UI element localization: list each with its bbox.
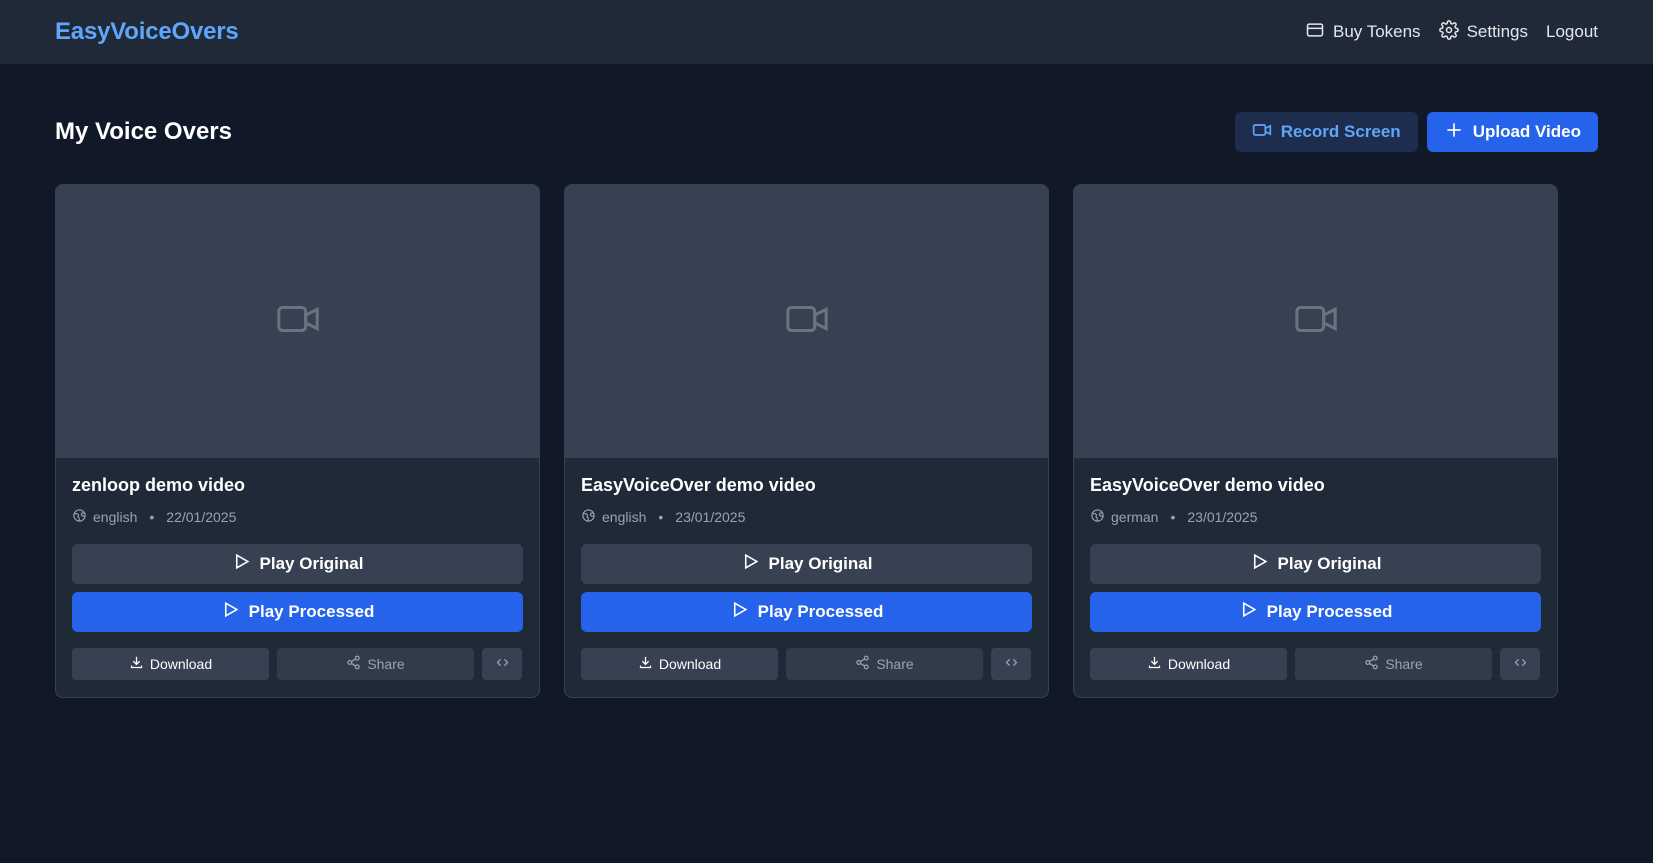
play-processed-button[interactable]: Play Processed <box>581 592 1032 632</box>
play-original-label: Play Original <box>1277 554 1382 573</box>
top-nav: Buy Tokens Settings Logout <box>1305 19 1598 45</box>
upload-video-label: Upload Video <box>1472 122 1581 141</box>
main-content: My Voice Overs Record Screen Upload Vide… <box>0 112 1653 698</box>
meta-separator: • <box>658 509 664 525</box>
video-language: german <box>1111 509 1159 525</box>
video-camera-icon <box>275 296 321 347</box>
embed-code-button[interactable] <box>1500 648 1540 680</box>
video-date: 22/01/2025 <box>166 509 237 525</box>
play-icon <box>232 552 251 576</box>
share-icon <box>855 655 870 673</box>
download-button[interactable]: Download <box>72 648 269 680</box>
video-title: EasyVoiceOver demo video <box>581 475 816 495</box>
play-original-button[interactable]: Play Original <box>581 544 1032 584</box>
share-icon <box>1364 655 1379 673</box>
play-original-button[interactable]: Play Original <box>72 544 523 584</box>
page-header: My Voice Overs Record Screen Upload Vide… <box>55 112 1598 152</box>
video-title: zenloop demo video <box>72 475 246 495</box>
download-label: Download <box>149 656 213 672</box>
brand-logo[interactable]: EasyVoiceOvers <box>55 18 239 46</box>
download-icon <box>1147 655 1162 673</box>
video-language: english <box>602 509 647 525</box>
card-body: EasyVoiceOver demo video english • 23/01… <box>565 458 1048 696</box>
nav-buy-tokens[interactable]: Buy Tokens <box>1305 20 1421 45</box>
play-processed-label: Play Processed <box>248 602 375 621</box>
share-icon <box>346 655 361 673</box>
top-bar: EasyVoiceOvers Buy Tokens Settings Logou… <box>0 0 1653 64</box>
play-original-label: Play Original <box>768 554 873 573</box>
play-original-label: Play Original <box>259 554 364 573</box>
play-original-button[interactable]: Play Original <box>1090 544 1541 584</box>
code-icon <box>1513 655 1528 673</box>
video-camera-icon <box>784 296 830 347</box>
download-icon <box>129 655 144 673</box>
record-screen-button[interactable]: Record Screen <box>1234 112 1418 152</box>
download-label: Download <box>1167 656 1231 672</box>
gear-icon <box>1438 19 1459 45</box>
video-camera-icon <box>1252 120 1272 145</box>
nav-buy-tokens-label: Buy Tokens <box>1332 22 1421 41</box>
download-icon <box>638 655 653 673</box>
video-date: 23/01/2025 <box>1187 509 1258 525</box>
video-meta: english • 23/01/2025 <box>581 507 1032 527</box>
play-icon <box>221 600 240 624</box>
play-processed-button[interactable]: Play Processed <box>72 592 523 632</box>
play-icon <box>1250 552 1269 576</box>
globe-icon <box>581 508 596 526</box>
download-button[interactable]: Download <box>581 648 778 680</box>
globe-icon <box>72 508 87 526</box>
nav-settings[interactable]: Settings <box>1438 19 1528 45</box>
play-processed-label: Play Processed <box>1266 602 1393 621</box>
credit-card-icon <box>1305 20 1325 45</box>
plus-icon <box>1444 120 1464 145</box>
download-label: Download <box>658 656 722 672</box>
card-body: EasyVoiceOver demo video german • 23/01/… <box>1074 458 1557 696</box>
share-label: Share <box>367 656 405 672</box>
page-title: My Voice Overs <box>55 118 232 145</box>
play-processed-label: Play Processed <box>757 602 884 621</box>
code-icon <box>495 655 510 673</box>
video-card: EasyVoiceOver demo video german • 23/01/… <box>1073 184 1558 698</box>
globe-icon <box>1090 508 1105 526</box>
meta-separator: • <box>149 509 155 525</box>
meta-separator: • <box>1170 509 1176 525</box>
card-actions: Download Share <box>581 648 1032 680</box>
play-processed-button[interactable]: Play Processed <box>1090 592 1541 632</box>
upload-video-button[interactable]: Upload Video <box>1426 112 1598 152</box>
share-label: Share <box>1385 656 1423 672</box>
play-icon <box>741 552 760 576</box>
video-thumbnail[interactable] <box>56 185 539 458</box>
play-icon <box>1239 600 1258 624</box>
video-thumbnail[interactable] <box>1074 185 1557 458</box>
video-meta: german • 23/01/2025 <box>1090 507 1541 527</box>
video-meta: english • 22/01/2025 <box>72 507 523 527</box>
video-camera-icon <box>1293 296 1339 347</box>
code-icon <box>1004 655 1019 673</box>
video-grid: zenloop demo video english • 22/01/2025 … <box>55 184 1598 698</box>
video-thumbnail[interactable] <box>565 185 1048 458</box>
share-button[interactable]: Share <box>786 648 983 680</box>
video-language: english <box>93 509 138 525</box>
share-label: Share <box>876 656 914 672</box>
nav-settings-label: Settings <box>1466 22 1528 41</box>
embed-code-button[interactable] <box>991 648 1031 680</box>
card-actions: Download Share <box>72 648 523 680</box>
share-button[interactable]: Share <box>1295 648 1492 680</box>
card-body: zenloop demo video english • 22/01/2025 … <box>56 458 539 696</box>
nav-logout-label: Logout <box>1546 22 1598 41</box>
download-button[interactable]: Download <box>1090 648 1287 680</box>
nav-logout[interactable]: Logout <box>1546 22 1598 42</box>
share-button[interactable]: Share <box>277 648 474 680</box>
card-actions: Download Share <box>1090 648 1541 680</box>
video-title: EasyVoiceOver demo video <box>1090 475 1325 495</box>
video-date: 23/01/2025 <box>675 509 746 525</box>
video-card: zenloop demo video english • 22/01/2025 … <box>55 184 540 698</box>
video-card: EasyVoiceOver demo video english • 23/01… <box>564 184 1049 698</box>
header-actions: Record Screen Upload Video <box>1234 112 1598 152</box>
embed-code-button[interactable] <box>482 648 522 680</box>
record-screen-label: Record Screen <box>1280 122 1401 141</box>
play-icon <box>730 600 749 624</box>
